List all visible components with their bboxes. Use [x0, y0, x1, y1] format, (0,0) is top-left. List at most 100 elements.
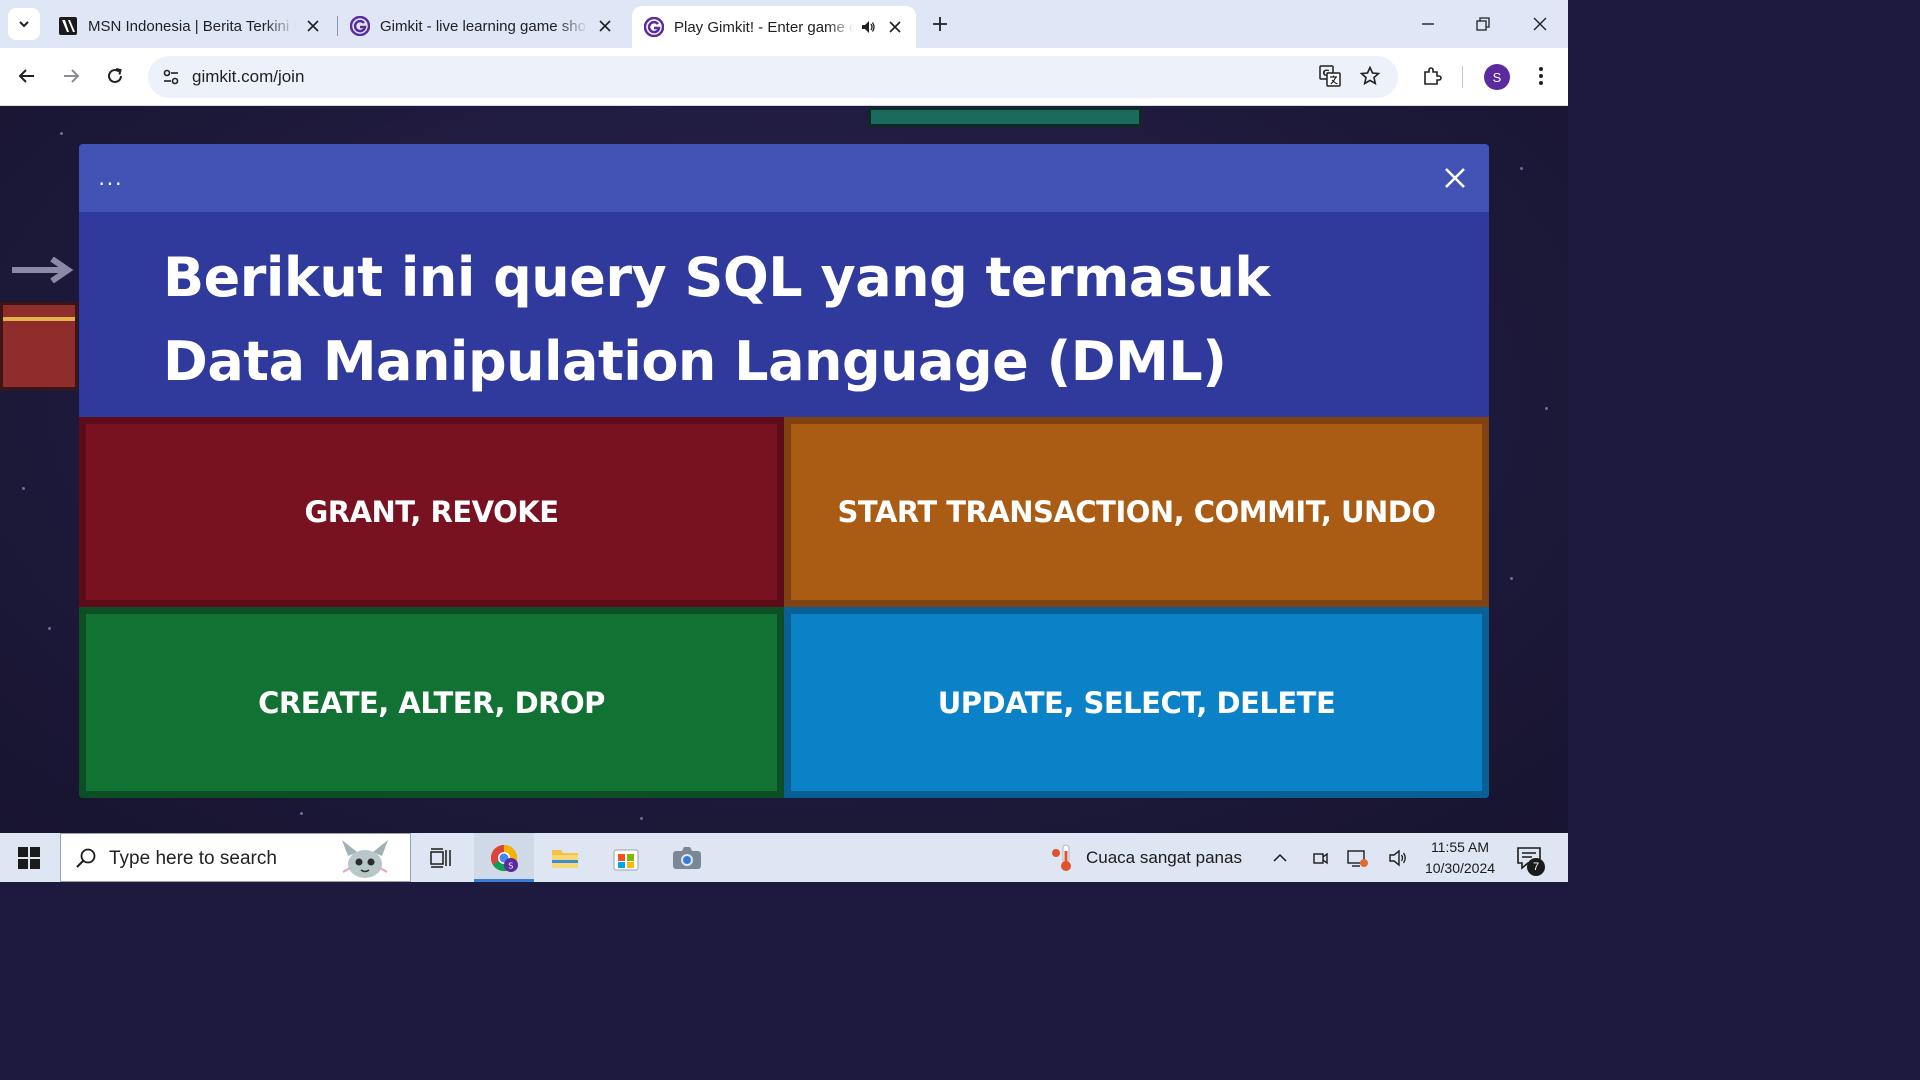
back-button[interactable] — [12, 61, 42, 91]
volume-icon — [1389, 849, 1406, 866]
star-decoration — [300, 812, 303, 815]
weather-text: Cuaca sangat panas — [1086, 847, 1242, 867]
task-view-icon — [430, 847, 451, 868]
game-background: ... Berikut ini query SQL yang termasuk … — [0, 107, 1568, 833]
folder-icon — [552, 849, 578, 868]
arrow-left-icon — [18, 69, 34, 83]
tab-msn[interactable]: MSN Indonesia | Berita Terkini H — [46, 6, 334, 46]
chrome-icon: S — [490, 844, 518, 872]
translate-button[interactable]: G — [1315, 61, 1345, 91]
taskbar-microsoft-store[interactable] — [596, 833, 656, 882]
windows-logo-icon — [18, 846, 40, 869]
chevron-up-icon — [1273, 853, 1287, 862]
taskbar-camera[interactable] — [657, 833, 717, 882]
forward-button[interactable] — [56, 61, 86, 91]
clock-time: 11:55 AM — [1430, 839, 1490, 855]
task-view-button[interactable] — [411, 833, 471, 882]
answer-label: UPDATE, SELECT, DELETE — [937, 685, 1336, 720]
close-icon[interactable] — [596, 17, 614, 35]
taskbar-search-box[interactable]: Type here to search — [60, 833, 411, 882]
reload-icon — [108, 68, 122, 83]
network-button[interactable] — [1344, 833, 1372, 882]
tab-title: MSN Indonesia | Berita Terkini H — [88, 17, 296, 35]
meet-now-icon — [1313, 852, 1328, 864]
weather-widget[interactable]: Cuaca sangat panas — [1048, 833, 1242, 882]
close-icon[interactable] — [304, 17, 322, 35]
tab-gimkit[interactable]: Gimkit - live learning game sho — [338, 6, 626, 46]
show-hidden-icons-button[interactable] — [1266, 833, 1294, 882]
restore-icon — [1476, 17, 1490, 31]
speaker-icon[interactable] — [858, 17, 878, 37]
svg-text:S: S — [508, 861, 513, 870]
close-icon — [1445, 168, 1465, 188]
tab-strip: MSN Indonesia | Berita Terkini H Gimkit … — [0, 0, 1568, 48]
plus-icon — [933, 17, 947, 31]
tab-title: Gimkit - live learning game sho — [380, 17, 586, 35]
arrow-right-icon — [64, 69, 80, 83]
extensions-button[interactable] — [1417, 61, 1447, 91]
answer-label: START TRANSACTION, COMMIT, UNDO — [837, 495, 1436, 529]
modal-header: ... — [79, 144, 1489, 212]
notification-count-badge: 7 — [1527, 858, 1545, 876]
site-settings-icon[interactable] — [156, 62, 186, 92]
star-decoration — [60, 132, 63, 135]
address-bar[interactable]: gimkit.com/join — [148, 56, 1398, 98]
more-options-button[interactable]: ... — [95, 164, 127, 192]
new-tab-button[interactable] — [928, 12, 952, 36]
answer-option-3[interactable]: CREATE, ALTER, DROP — [79, 607, 784, 798]
puzzle-icon — [1424, 67, 1442, 85]
star-decoration — [1520, 167, 1523, 170]
search-icon — [76, 848, 96, 868]
network-icon — [1347, 849, 1368, 867]
bookmark-button[interactable] — [1355, 61, 1385, 91]
toolbar-divider — [1462, 66, 1463, 88]
pixel-platform-decoration — [868, 107, 1142, 127]
camera-icon — [673, 846, 701, 869]
taskbar-file-explorer[interactable] — [535, 833, 595, 882]
meet-now-button[interactable] — [1306, 833, 1334, 882]
close-modal-button[interactable] — [1439, 162, 1471, 194]
windows-taskbar: Type here to search S Cuaca sangat panas… — [0, 833, 1568, 882]
volume-button[interactable] — [1384, 833, 1412, 882]
more-vertical-icon — [1539, 67, 1543, 85]
gimkit-favicon-icon — [644, 17, 664, 37]
answer-option-2[interactable]: START TRANSACTION, COMMIT, UNDO — [784, 417, 1489, 607]
answer-option-1[interactable]: GRANT, REVOKE — [79, 417, 784, 607]
msn-favicon-icon — [58, 16, 78, 36]
minimize-icon — [1422, 23, 1434, 25]
system-clock[interactable]: 11:55 AM 10/30/2024 — [1412, 837, 1508, 879]
menu-button[interactable] — [1526, 61, 1556, 91]
reload-button[interactable] — [100, 61, 130, 91]
answer-label: GRANT, REVOKE — [304, 495, 559, 529]
search-highlight-icon — [342, 840, 388, 878]
star-decoration — [22, 487, 25, 490]
answer-option-4[interactable]: UPDATE, SELECT, DELETE — [784, 607, 1489, 798]
profile-avatar[interactable]: S — [1484, 64, 1510, 90]
star-decoration — [640, 817, 643, 820]
minimize-button[interactable] — [1412, 8, 1444, 40]
star-decoration — [48, 627, 51, 630]
chevron-down-icon — [19, 21, 29, 28]
thermometer-icon — [1052, 844, 1071, 871]
clock-date: 10/30/2024 — [1424, 860, 1496, 876]
star-decoration — [1510, 577, 1513, 580]
answer-label: CREATE, ALTER, DROP — [258, 685, 605, 720]
pixel-block-decoration — [0, 302, 78, 390]
close-window-button[interactable] — [1524, 8, 1556, 40]
browser-toolbar: gimkit.com/join G S — [0, 48, 1568, 106]
url-text: gimkit.com/join — [192, 67, 305, 86]
tab-title: Play Gimkit! - Enter game c — [674, 18, 854, 36]
star-decoration — [1545, 407, 1548, 410]
tab-play-gimkit[interactable]: Play Gimkit! - Enter game c — [632, 6, 916, 48]
start-button[interactable] — [0, 833, 58, 882]
search-placeholder: Type here to search — [109, 848, 277, 869]
tab-search-button[interactable] — [8, 8, 40, 40]
translate-icon: G — [1319, 65, 1341, 87]
taskbar-chrome[interactable]: S — [474, 833, 534, 882]
close-icon — [1533, 17, 1547, 31]
arrow-right-icon — [12, 257, 74, 283]
question-modal: ... Berikut ini query SQL yang termasuk … — [79, 144, 1489, 798]
restore-button[interactable] — [1467, 8, 1499, 40]
close-icon[interactable] — [886, 18, 904, 36]
more-horizontal-icon: ... — [98, 166, 124, 190]
